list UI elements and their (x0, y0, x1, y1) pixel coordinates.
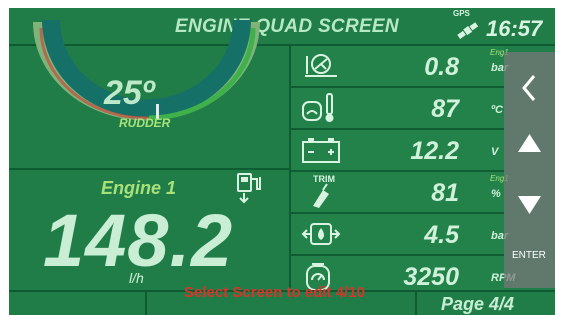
readout-row-trim[interactable]: TRIM 81 Eng1 % (291, 172, 509, 214)
down-arrow-icon[interactable] (504, 180, 555, 228)
page-indicator[interactable]: Page 4/4 (441, 294, 514, 315)
turbo-boost-icon (305, 54, 337, 77)
readout-row-oil-pressure[interactable]: 4.5 bar (291, 214, 508, 256)
up-arrow-icon[interactable] (504, 120, 555, 168)
back-chevron-icon[interactable] (504, 64, 555, 112)
enter-button[interactable]: ENTER (512, 250, 546, 261)
trim-icon (313, 183, 329, 208)
engine-label: Engine 1 (101, 178, 177, 198)
oil-temperature-unit: ºC (491, 104, 503, 116)
oil-temperature-value: 87 (431, 95, 459, 123)
oil-pressure-value: 4.5 (424, 221, 459, 249)
readout-row-oil-temp[interactable]: 87 ºC (291, 88, 504, 130)
rudder-angle: 25º (104, 74, 155, 112)
oil-temperature-icon (302, 93, 334, 122)
side-button-panel: ENTER (504, 52, 555, 288)
readout-row-turbo[interactable]: 0.8 Eng1 bar (291, 46, 509, 88)
fuel-pump-icon (237, 173, 261, 204)
engine-rpm-value: 3250 (403, 263, 459, 291)
footer-segment[interactable] (9, 292, 147, 315)
clock: 16:57 (486, 16, 543, 41)
trim-value: 81 (431, 179, 459, 207)
engine-quad-screen: ENGINE QUAD SCREEN GPS 16:57 25º RUDDER … (9, 8, 555, 315)
gps-label: GPS (453, 9, 470, 18)
battery-voltage-value: 12.2 (410, 137, 459, 165)
battery-voltage-unit: V (491, 146, 499, 158)
turbo-boost-value: 0.8 (424, 53, 459, 81)
gps-satellite-icon (457, 22, 479, 39)
trim-unit: % (491, 188, 501, 200)
battery-icon (302, 138, 340, 163)
status-message: Select Screen to edit 4/10 (184, 284, 365, 301)
readout-row-battery[interactable]: 12.2 V (291, 130, 504, 172)
fuel-rate-unit: l/h (129, 270, 144, 286)
rudder-label: RUDDER (119, 116, 171, 130)
oil-pressure-icon (301, 223, 341, 245)
